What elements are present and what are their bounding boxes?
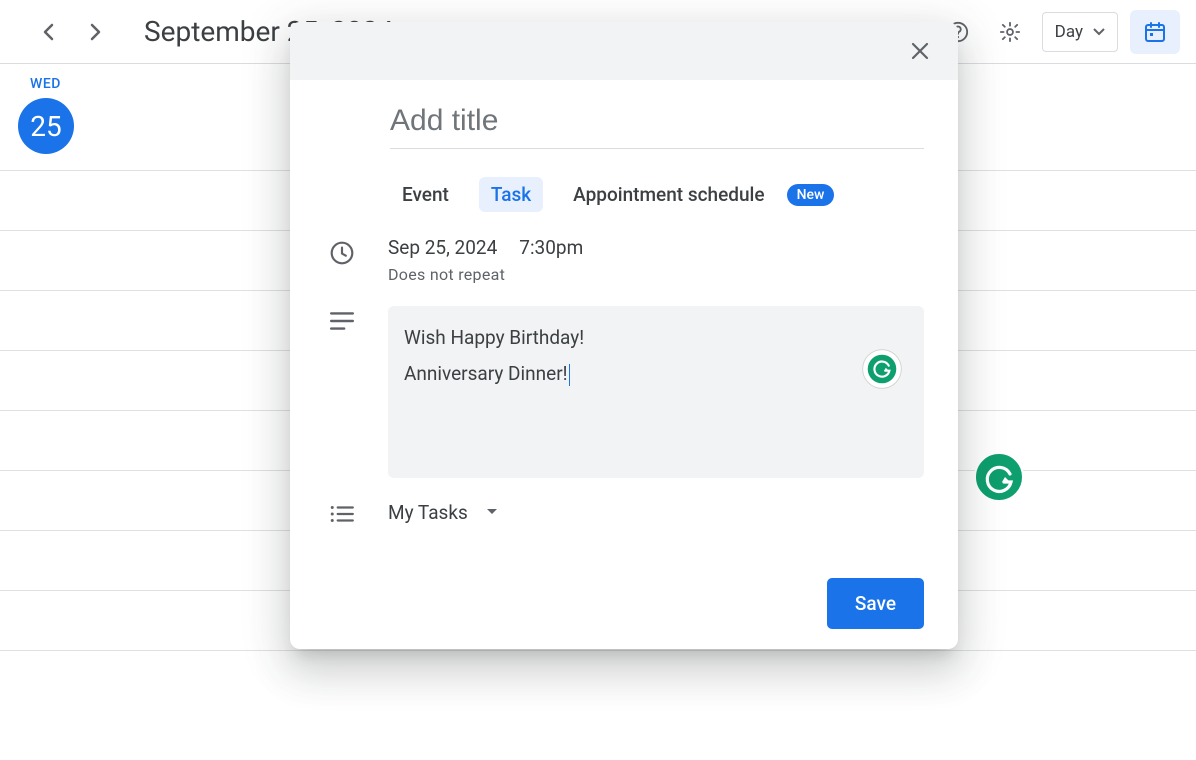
- chevron-right-icon: [90, 23, 102, 41]
- save-button[interactable]: Save: [827, 578, 924, 629]
- tab-appointment-label: Appointment schedule: [573, 183, 764, 206]
- task-time[interactable]: 7:30pm: [519, 236, 583, 259]
- next-day-button[interactable]: [76, 12, 116, 52]
- chevron-left-icon: [42, 23, 54, 41]
- calendar-icon: [1143, 20, 1167, 44]
- datetime-row[interactable]: Sep 25, 2024 7:30pm Does not repeat: [324, 236, 924, 284]
- datetime-content: Sep 25, 2024 7:30pm Does not repeat: [388, 236, 583, 284]
- clock-icon: [329, 240, 355, 266]
- description-icon: [329, 310, 355, 332]
- tasklist-selector[interactable]: My Tasks: [388, 501, 498, 524]
- view-selector[interactable]: Day: [1042, 12, 1118, 52]
- description-text: Wish Happy Birthday! Anniversary Dinner!: [404, 326, 584, 385]
- settings-button[interactable]: [990, 12, 1030, 52]
- caret-down-icon: [1093, 28, 1105, 36]
- grammarly-inline-widget[interactable]: [861, 276, 908, 462]
- time-row: [0, 650, 1196, 710]
- prev-day-button[interactable]: [28, 12, 68, 52]
- title-input[interactable]: [390, 96, 924, 149]
- tasklist-row[interactable]: My Tasks: [324, 500, 924, 524]
- calendar-view-button[interactable]: [1130, 10, 1180, 54]
- day-number[interactable]: 25: [18, 98, 74, 154]
- create-task-dialog: Event Task Appointment schedule New Sep …: [290, 22, 958, 649]
- tasklist-name: My Tasks: [388, 501, 468, 524]
- repeat-text[interactable]: Does not repeat: [388, 265, 583, 284]
- close-button[interactable]: [900, 31, 940, 71]
- dialog-footer: Save: [290, 546, 958, 629]
- nav-arrows: [28, 12, 116, 52]
- dialog-header: [290, 22, 958, 80]
- description-row: Wish Happy Birthday! Anniversary Dinner!: [324, 306, 924, 478]
- grammarly-sidebar-widget[interactable]: [974, 452, 1024, 502]
- tab-event[interactable]: Event: [390, 177, 461, 212]
- description-input[interactable]: Wish Happy Birthday! Anniversary Dinner!: [388, 306, 924, 478]
- tab-appointment-schedule[interactable]: Appointment schedule: [561, 177, 768, 212]
- new-badge: New: [787, 184, 835, 206]
- grammarly-icon: [861, 348, 903, 390]
- text-cursor: [569, 364, 570, 386]
- list-icon: [329, 504, 355, 524]
- view-selector-label: Day: [1055, 22, 1083, 42]
- grammarly-icon: [974, 452, 1024, 502]
- dialog-body: Event Task Appointment schedule New Sep …: [290, 80, 958, 524]
- task-date[interactable]: Sep 25, 2024: [388, 236, 497, 259]
- entry-type-tabs: Event Task Appointment schedule New: [390, 177, 924, 212]
- close-icon: [910, 41, 930, 61]
- gear-icon: [999, 21, 1021, 43]
- tab-task[interactable]: Task: [479, 177, 543, 212]
- caret-down-icon: [486, 508, 498, 516]
